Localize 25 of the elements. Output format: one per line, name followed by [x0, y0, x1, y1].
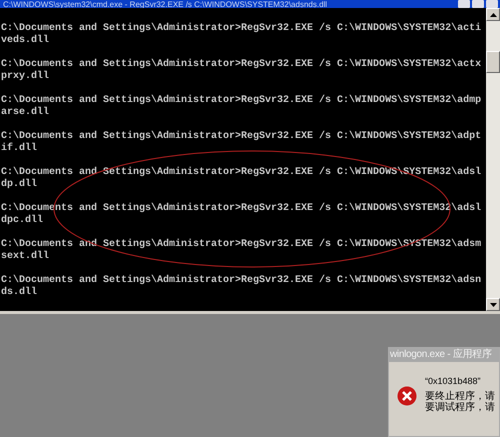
console-line: prxy.dll	[1, 71, 50, 83]
console-line: dpc.dll	[1, 215, 44, 227]
scroll-up-button[interactable]	[486, 8, 500, 21]
console-line: veds.dll	[1, 35, 50, 47]
console-line: if.dll	[1, 143, 38, 155]
dialog-title: winlogon.exe - 应用程序	[389, 348, 499, 362]
down-arrow-icon	[490, 302, 496, 306]
scroll-down-button[interactable]	[486, 298, 500, 311]
scrollbar[interactable]	[486, 8, 500, 311]
console-line: arse.dll	[1, 107, 50, 119]
scroll-thumb[interactable]	[486, 51, 500, 73]
console-line: dp.dll	[1, 179, 38, 191]
error-icon	[397, 386, 417, 406]
console-line: C:\Documents and Settings\Administrator>RegSvr32.EXE /s C:\WINDOWS\SYSTEM32\admp	[1, 95, 482, 106]
console-line: C:\Documents and Settings\Administrator>RegSvr32.EXE /s C:\WINDOWS\SYSTEM32\actx	[1, 59, 482, 70]
console-line: C:\Documents and Settings\Administrator>RegSvr32.EXE /s C:\WINDOWS\SYSTEM32\adpt	[1, 131, 482, 142]
console-line: sext.dll	[1, 251, 50, 263]
window-title: C:\WINDOWS\system32\cmd.exe - RegSvr32.EXE /s C:\WINDOWS\SYSTEM32\adsnds.dll	[3, 0, 328, 8]
dialog-message: 要终止程序，请	[425, 391, 495, 402]
dialog-message: 要调试程序，请	[425, 402, 495, 413]
dialog-message: “0x1031b488”	[425, 376, 482, 387]
up-arrow-icon	[490, 12, 496, 16]
console-line: ds.dll	[1, 287, 38, 299]
console-line: C:\Documents and Settings\Administrator>RegSvr32.EXE /s C:\WINDOWS\SYSTEM32\acti	[1, 23, 482, 34]
console-line: C:\Documents and Settings\Administrator>RegSvr32.EXE /s C:\WINDOWS\SYSTEM32\adsn	[1, 275, 482, 286]
